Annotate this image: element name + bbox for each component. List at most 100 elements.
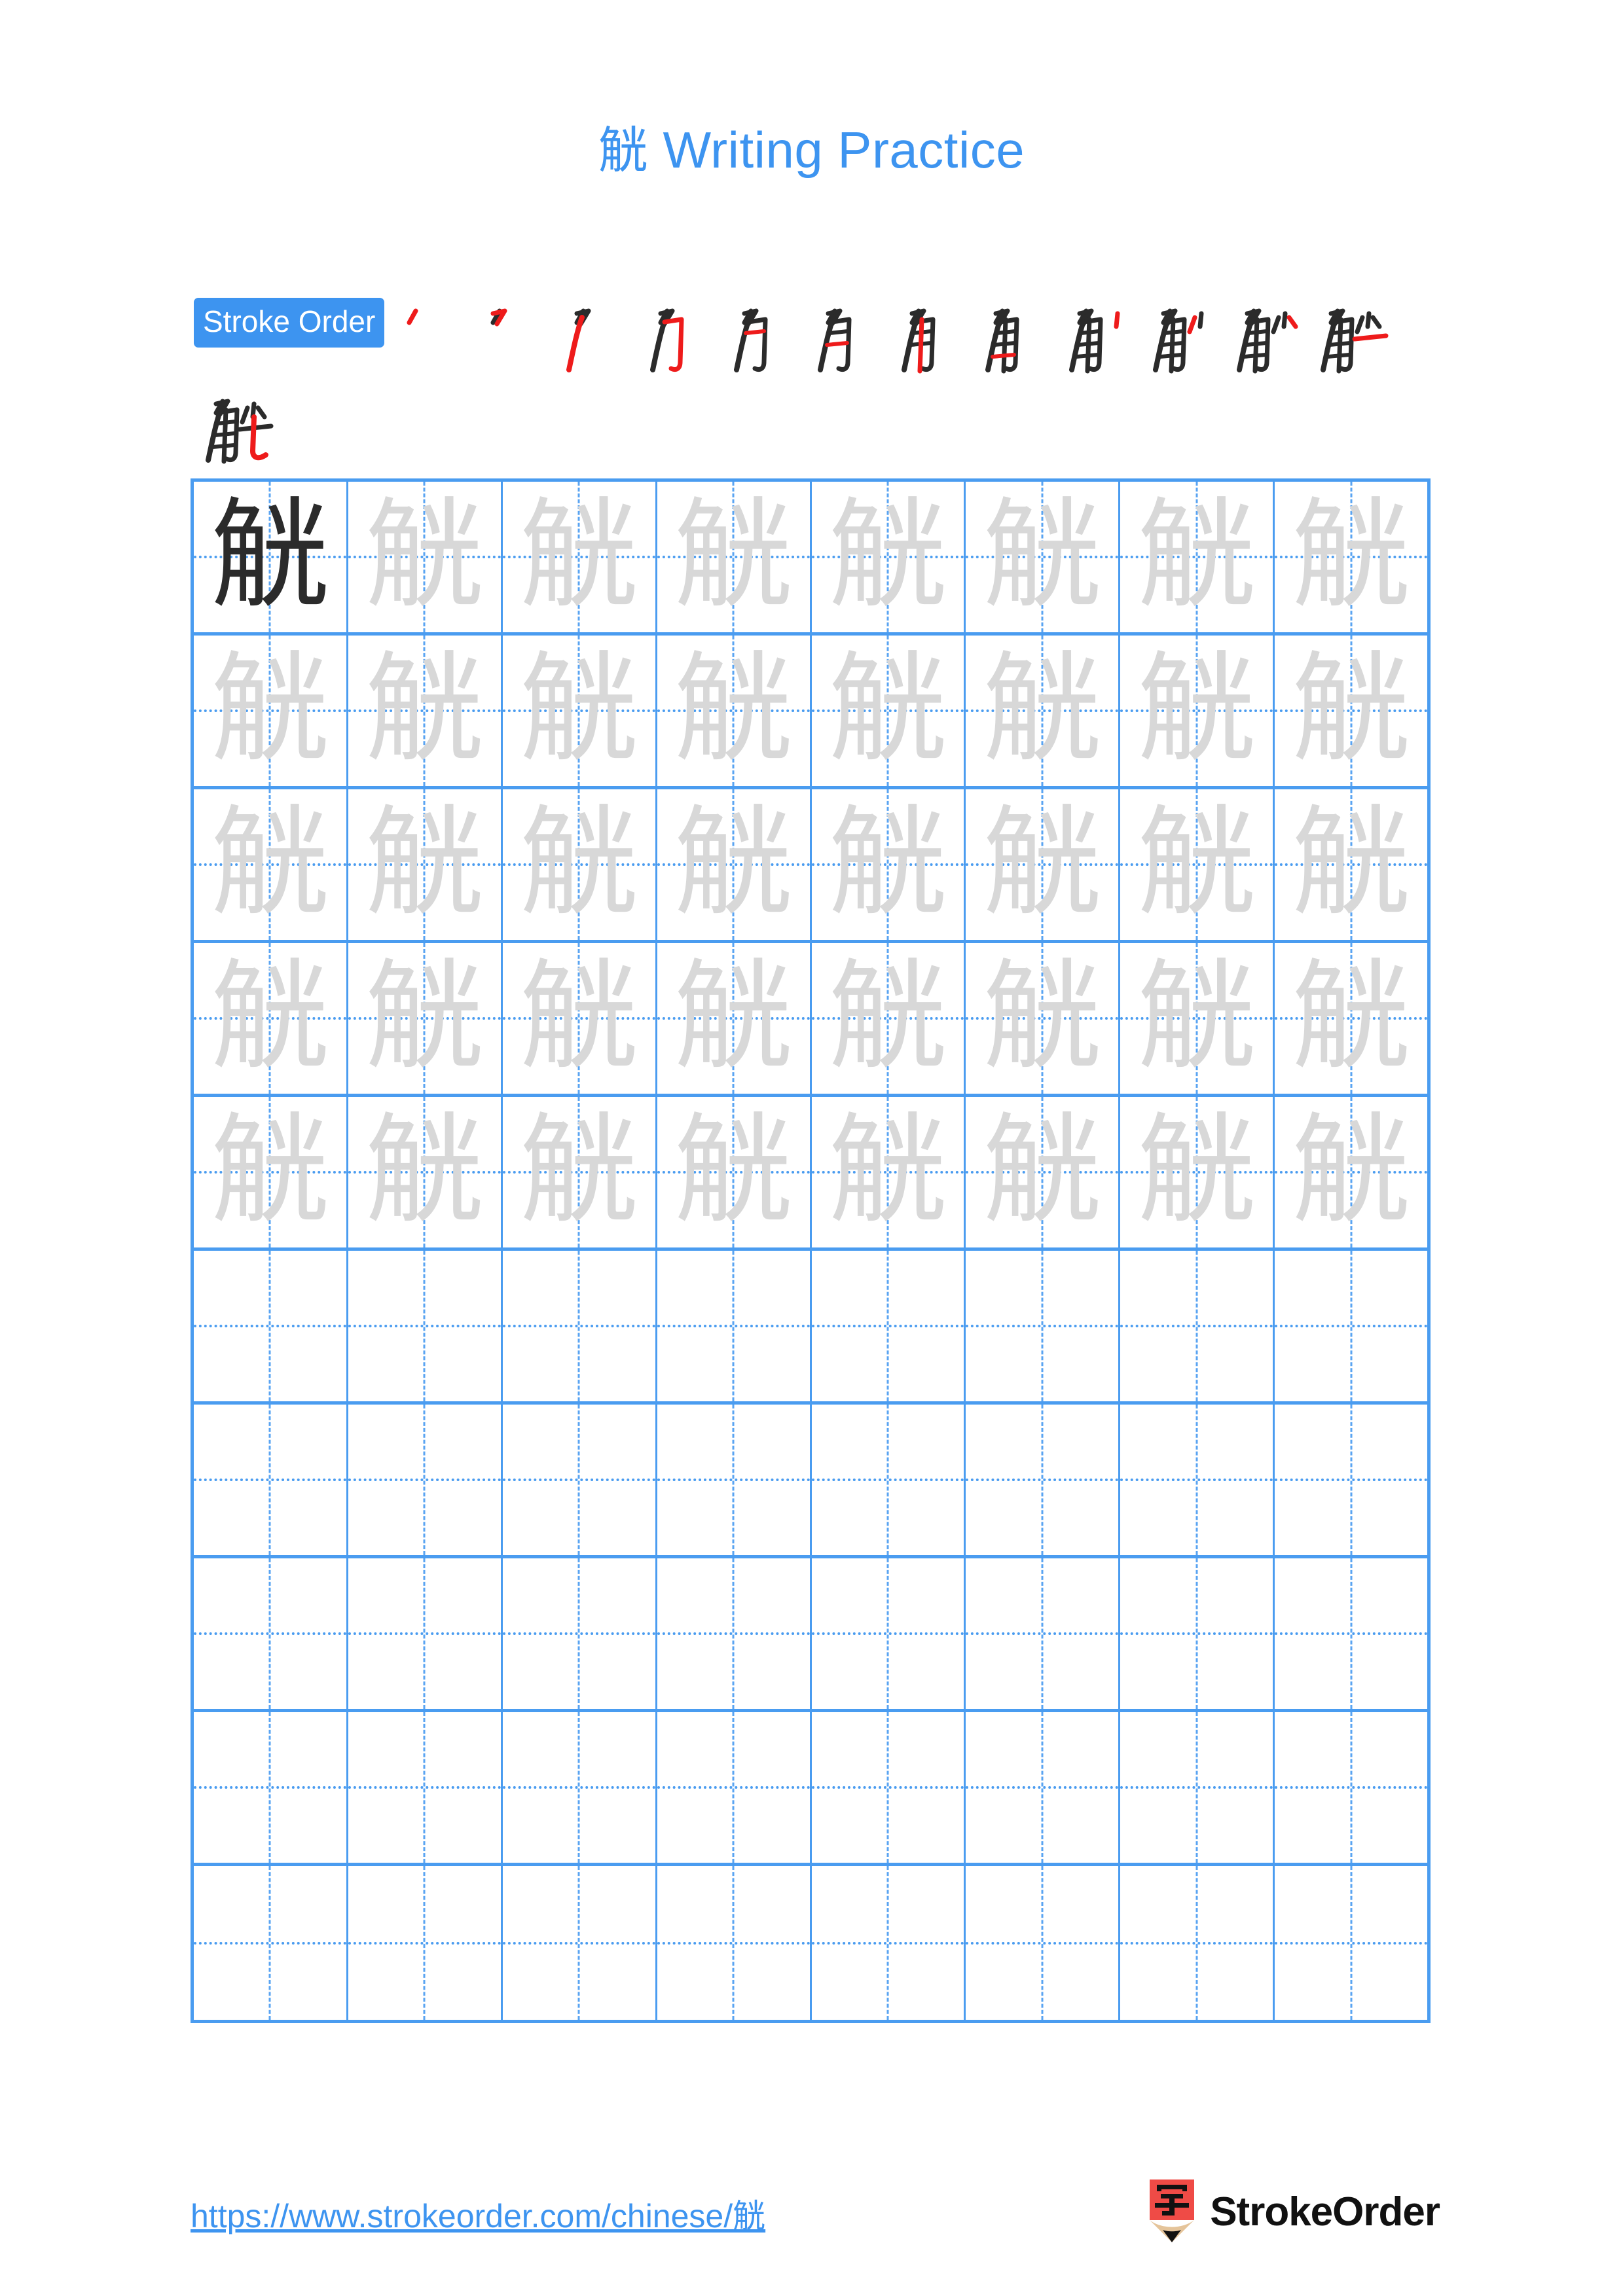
practice-cell[interactable]: [194, 1712, 348, 1863]
practice-cell[interactable]: [1120, 1712, 1275, 1863]
practice-cell[interactable]: [1275, 1558, 1427, 1709]
existing-stroke: [1326, 353, 1352, 359]
practice-cell[interactable]: 觥: [657, 943, 812, 1094]
practice-cell[interactable]: [348, 1558, 503, 1709]
practice-cell[interactable]: [503, 1405, 657, 1555]
practice-cell[interactable]: 觥: [812, 789, 966, 940]
practice-cell[interactable]: [812, 1712, 966, 1863]
practice-cell[interactable]: 觥: [1275, 482, 1427, 632]
existing-stroke: [255, 405, 267, 420]
tracing-character: 觥: [1291, 947, 1411, 1086]
brand-lockup[interactable]: StrokeOrder: [1148, 2179, 1440, 2245]
practice-cell[interactable]: 觥: [503, 789, 657, 940]
practice-cell[interactable]: [657, 1712, 812, 1863]
practice-cell[interactable]: 觥: [194, 482, 348, 632]
practice-cell[interactable]: [1120, 1405, 1275, 1555]
practice-cell[interactable]: 觥: [1275, 1097, 1427, 1247]
practice-cell[interactable]: [1275, 1251, 1427, 1401]
tracing-character: 觥: [210, 1101, 330, 1240]
new-stroke: [1352, 333, 1389, 342]
tracing-character: 觥: [1137, 639, 1256, 778]
practice-cell[interactable]: [503, 1558, 657, 1709]
stroke-step-8: [974, 298, 1057, 382]
new-stroke: [825, 341, 850, 347]
practice-cell[interactable]: 觥: [1120, 789, 1275, 940]
practice-cell[interactable]: [503, 1251, 657, 1401]
practice-cell[interactable]: [194, 1405, 348, 1555]
practice-cell[interactable]: 觥: [1275, 636, 1427, 786]
practice-cell[interactable]: [348, 1251, 503, 1401]
stroke-diagram-1: [407, 308, 418, 325]
practice-cell[interactable]: 觥: [1120, 636, 1275, 786]
stroke-diagram-12: [1321, 308, 1389, 374]
practice-cell[interactable]: 觥: [812, 636, 966, 786]
practice-cell[interactable]: [966, 1251, 1121, 1401]
practice-cell[interactable]: 觥: [812, 943, 966, 1094]
stroke-step-2: [471, 298, 555, 382]
practice-cell[interactable]: 觥: [348, 943, 503, 1094]
stroke-diagram-9: [1069, 308, 1120, 374]
practice-cell[interactable]: [1275, 1405, 1427, 1555]
practice-cell[interactable]: 觥: [966, 789, 1121, 940]
practice-cell[interactable]: 觥: [657, 482, 812, 632]
practice-cell[interactable]: [194, 1251, 348, 1401]
practice-cell[interactable]: [657, 1558, 812, 1709]
practice-cell[interactable]: [966, 1866, 1121, 2020]
practice-cell[interactable]: [812, 1558, 966, 1709]
practice-cell[interactable]: [348, 1712, 503, 1863]
practice-cell[interactable]: [1120, 1251, 1275, 1401]
practice-cell[interactable]: 觥: [657, 1097, 812, 1247]
practice-cell[interactable]: [348, 1866, 503, 2020]
practice-cell[interactable]: [966, 1405, 1121, 1555]
practice-cell[interactable]: 觥: [657, 789, 812, 940]
practice-cell[interactable]: [966, 1558, 1121, 1709]
practice-cell[interactable]: 觥: [348, 1097, 503, 1247]
practice-cell[interactable]: 觥: [812, 1097, 966, 1247]
practice-cell[interactable]: 觥: [348, 482, 503, 632]
practice-cell[interactable]: 觥: [657, 636, 812, 786]
practice-cell[interactable]: 觥: [966, 1097, 1121, 1247]
stroke-diagram-5: [734, 308, 768, 372]
practice-cell[interactable]: [348, 1405, 503, 1555]
practice-cell[interactable]: [812, 1251, 966, 1401]
practice-cell[interactable]: 觥: [348, 636, 503, 786]
practice-cell[interactable]: 觥: [348, 789, 503, 940]
tracing-character: 觥: [1291, 486, 1411, 624]
practice-cell[interactable]: [966, 1712, 1121, 1863]
practice-cell[interactable]: [1275, 1866, 1427, 2020]
practice-cell[interactable]: [657, 1866, 812, 2020]
practice-cell[interactable]: [1120, 1866, 1275, 2020]
practice-cell[interactable]: 觥: [1120, 943, 1275, 1094]
practice-cell[interactable]: [657, 1405, 812, 1555]
practice-cell[interactable]: 觥: [966, 943, 1121, 1094]
practice-cell[interactable]: [194, 1558, 348, 1709]
practice-cell[interactable]: 觥: [966, 482, 1121, 632]
practice-cell[interactable]: 觥: [503, 636, 657, 786]
practice-cell[interactable]: 觥: [194, 789, 348, 940]
practice-cell[interactable]: 觥: [1275, 943, 1427, 1094]
existing-stroke: [1336, 317, 1343, 374]
source-url-link[interactable]: https://www.strokeorder.com/chinese/觥: [191, 2190, 765, 2237]
practice-cell[interactable]: 觥: [194, 636, 348, 786]
practice-cell[interactable]: 觥: [966, 636, 1121, 786]
practice-cell[interactable]: [812, 1866, 966, 2020]
practice-cell[interactable]: [657, 1251, 812, 1401]
practice-cell[interactable]: [812, 1405, 966, 1555]
existing-stroke: [240, 405, 250, 425]
practice-cell[interactable]: [1120, 1558, 1275, 1709]
page-title-character: 觥: [598, 121, 649, 179]
practice-cell[interactable]: 觥: [194, 943, 348, 1094]
practice-cell[interactable]: 觥: [1120, 482, 1275, 632]
practice-cell[interactable]: 觥: [503, 482, 657, 632]
practice-cell[interactable]: [194, 1866, 348, 2020]
practice-cell[interactable]: 觥: [1120, 1097, 1275, 1247]
practice-cell[interactable]: 觥: [194, 1097, 348, 1247]
tracing-character: 觥: [982, 947, 1102, 1086]
practice-cell[interactable]: [503, 1866, 657, 2020]
practice-cell[interactable]: [1275, 1712, 1427, 1863]
practice-cell[interactable]: 觥: [812, 482, 966, 632]
practice-cell[interactable]: 觥: [503, 943, 657, 1094]
practice-cell[interactable]: [503, 1712, 657, 1863]
practice-cell[interactable]: 觥: [503, 1097, 657, 1247]
practice-cell[interactable]: 觥: [1275, 789, 1427, 940]
